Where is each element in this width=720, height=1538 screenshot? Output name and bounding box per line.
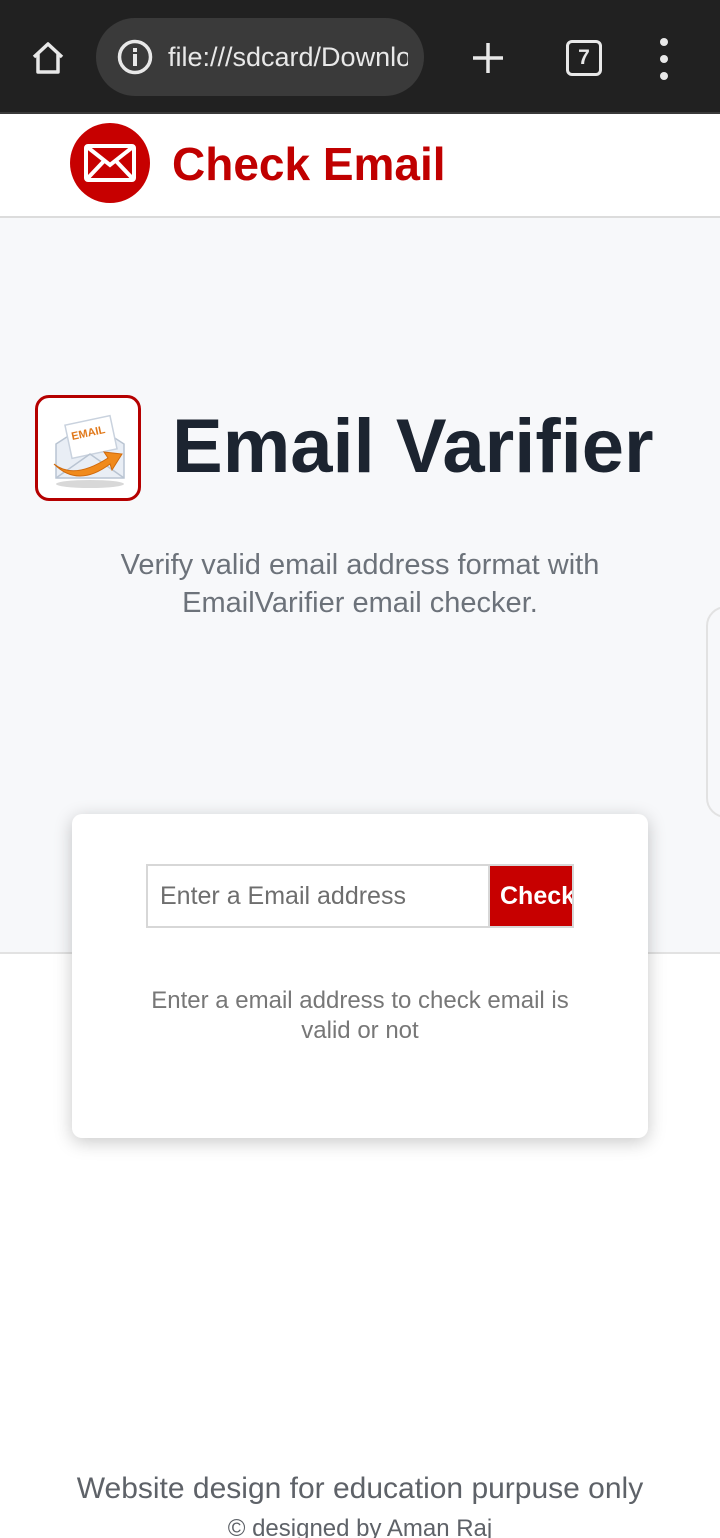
info-icon[interactable] xyxy=(116,38,154,76)
email-send-icon: EMAIL xyxy=(35,395,141,501)
page-subtitle: Verify valid email address format with E… xyxy=(120,549,600,619)
home-button[interactable] xyxy=(24,34,72,82)
email-input[interactable] xyxy=(146,864,488,928)
side-drawer-handle[interactable] xyxy=(706,606,720,818)
site-header: Check Email xyxy=(0,114,720,218)
envelope-icon[interactable] xyxy=(70,123,150,203)
site-brand[interactable]: Check Email xyxy=(172,138,446,190)
plus-icon xyxy=(473,43,503,73)
address-bar[interactable]: file:///sdcard/Download xyxy=(96,18,424,96)
home-icon xyxy=(32,42,64,74)
new-tab-button[interactable] xyxy=(464,34,512,82)
url-text[interactable]: file:///sdcard/Download xyxy=(168,42,408,72)
tabs-icon[interactable]: 7 xyxy=(566,40,602,76)
more-vert-icon[interactable] xyxy=(650,38,678,80)
checker-card: Check Enter a email address to check ema… xyxy=(72,814,648,1138)
tab-count: 7 xyxy=(578,46,590,69)
check-button[interactable]: Check xyxy=(488,864,574,928)
result-message: Enter a email address to check email is … xyxy=(151,987,569,1044)
footer-disclaimer: Website design for education purpuse onl… xyxy=(76,1472,644,1505)
footer-credit: © designed by Aman Raj xyxy=(227,1515,493,1538)
browser-toolbar: file:///sdcard/Download 7 xyxy=(0,0,720,114)
page-title: Email Varifier xyxy=(172,404,654,489)
